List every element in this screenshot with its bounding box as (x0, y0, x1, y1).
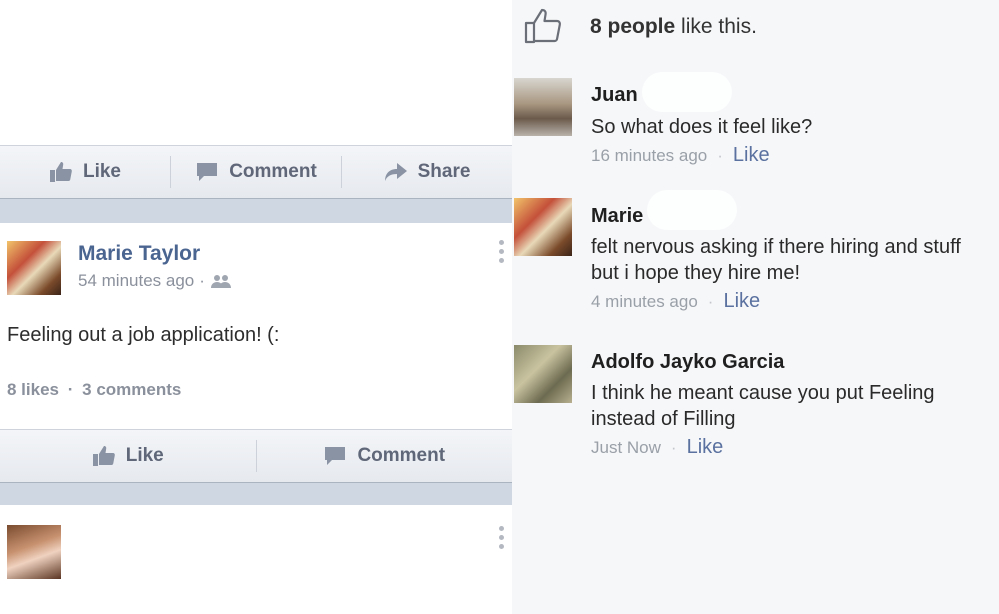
comment-like-link[interactable]: Like (687, 436, 724, 459)
share-label: Share (417, 161, 471, 182)
comment-label: Comment (357, 445, 446, 466)
separator-dot: · (67, 380, 74, 399)
comment-text: felt nervous asking if there hiring and … (591, 236, 961, 284)
comment-like-link[interactable]: Like (733, 144, 770, 167)
share-button[interactable]: Share (342, 146, 512, 198)
redaction-blur (642, 72, 732, 112)
more-vert-icon[interactable] (499, 240, 505, 263)
comment-meta: 16 minutes ago · Like (591, 144, 770, 167)
likes-suffix: like this. (681, 15, 757, 38)
separator-dot: · (707, 291, 714, 311)
like-label: Like (125, 445, 164, 466)
feed-separator (0, 483, 512, 505)
thumbs-up-outline-icon (524, 8, 561, 44)
like-label: Like (82, 161, 122, 182)
comment-icon (325, 447, 346, 465)
commenter-name[interactable]: Juan (591, 84, 638, 107)
top-action-bar: Like Comment Share (0, 145, 512, 200)
avatar[interactable] (7, 241, 61, 295)
feed-separator (0, 199, 512, 223)
comment-label: Comment (229, 161, 317, 182)
avatar[interactable] (7, 525, 61, 579)
likes-count: 8 people (590, 15, 676, 38)
comment-time: Just Now (591, 437, 661, 457)
comment-text: I think he meant cause you put Feeling i… (591, 382, 935, 430)
thumbs-up-icon (92, 446, 115, 466)
commenter-name[interactable]: Marie (591, 205, 643, 228)
friends-icon (210, 275, 231, 288)
post-meta: 54 minutes ago · (78, 271, 232, 291)
comment-text: So what does it feel like? (591, 116, 813, 138)
like-button[interactable]: Like (0, 430, 256, 482)
comment-icon (197, 163, 218, 181)
separator-dot: · (717, 145, 723, 165)
comment-meta: Just Now · Like (591, 436, 723, 459)
avatar[interactable] (514, 78, 572, 136)
separator-dot: · (199, 271, 205, 290)
comment-button[interactable]: Comment (171, 146, 341, 198)
post-author[interactable]: Marie Taylor (78, 242, 200, 266)
post-counts: 8 likes · 3 comments (7, 380, 181, 400)
likes-summary[interactable]: 8 people like this. (524, 8, 757, 44)
comments-panel: 8 people like this. Juan So what does it… (512, 0, 999, 614)
comment-button[interactable]: Comment (257, 430, 513, 482)
post-time[interactable]: 54 minutes ago (78, 271, 194, 291)
commenter-name[interactable]: Adolfo Jayko Garcia (591, 351, 784, 374)
comment-meta: 4 minutes ago · Like (591, 290, 760, 313)
redaction-blur (647, 190, 737, 230)
post-action-bar: Like Comment (0, 429, 512, 484)
post-text: Feeling out a job application! (: (7, 324, 280, 346)
avatar[interactable] (514, 345, 572, 403)
likes-count[interactable]: 8 likes (7, 380, 59, 399)
avatar[interactable] (514, 198, 572, 256)
like-button[interactable]: Like (0, 146, 170, 198)
comment-time: 4 minutes ago (591, 291, 698, 311)
comment-time: 16 minutes ago (591, 145, 708, 165)
comment-like-link[interactable]: Like (723, 290, 760, 313)
more-vert-icon[interactable] (499, 526, 505, 549)
separator-dot: · (670, 437, 677, 457)
comments-count[interactable]: 3 comments (82, 380, 181, 399)
share-icon (384, 163, 407, 181)
thumbs-up-icon (49, 162, 72, 182)
news-feed-panel: Like Comment Share Marie Taylor 54 minut… (0, 0, 512, 614)
